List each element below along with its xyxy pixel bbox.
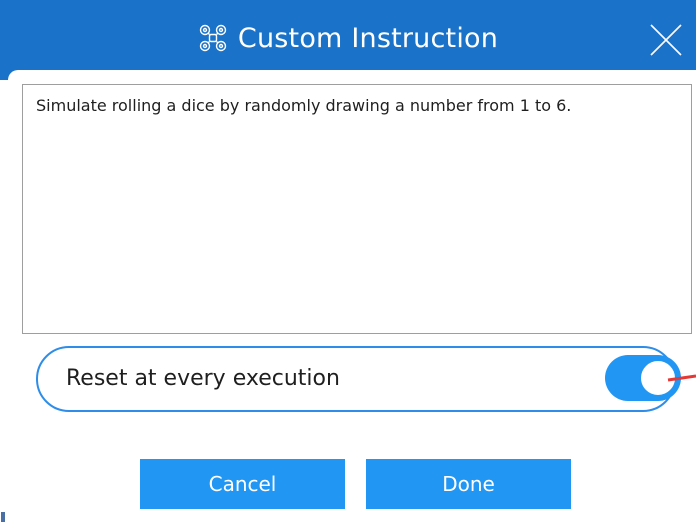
- dialog-title: Custom Instruction: [237, 22, 499, 54]
- close-button[interactable]: [648, 22, 684, 58]
- window-edge-mark: [1, 512, 5, 522]
- custom-instruction-dialog: Custom Instruction Simulate rolling a di…: [0, 0, 696, 522]
- close-icon: [650, 24, 682, 56]
- done-button[interactable]: Done: [366, 459, 571, 509]
- dialog-title-group: Custom Instruction: [0, 14, 696, 62]
- dialog-titlebar: Custom Instruction: [0, 0, 696, 80]
- reset-option-row: Reset at every execution: [36, 346, 681, 412]
- reset-option-label: Reset at every execution: [66, 366, 340, 391]
- instruction-textarea[interactable]: Simulate rolling a dice by randomly draw…: [22, 84, 692, 334]
- annotation-pointer: [667, 374, 696, 382]
- cancel-button[interactable]: Cancel: [140, 459, 345, 509]
- drone-icon: [199, 24, 227, 52]
